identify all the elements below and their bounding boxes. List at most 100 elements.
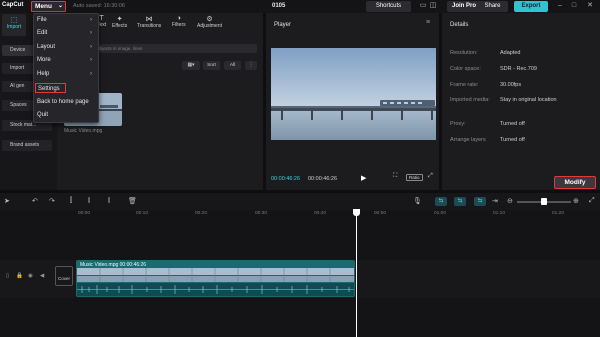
chevron-right-icon: ›	[90, 44, 92, 50]
eye-icon[interactable]: ◉	[28, 273, 33, 279]
menu-item-layout[interactable]: Layout ›	[37, 42, 95, 52]
ratio-button[interactable]: Ratio	[406, 174, 423, 181]
search-input[interactable]: Search subjects in image, lines	[75, 44, 257, 53]
close-icon[interactable]: ✕	[586, 2, 594, 10]
detail-label-arrange-layers: Arrange layers	[450, 137, 486, 143]
view-toggle[interactable]: ▦▾	[182, 61, 200, 70]
sidebar-item-brand-assets[interactable]: Brand assets	[2, 140, 52, 151]
tab-import[interactable]: ⬚ Import	[2, 14, 26, 36]
transitions-icon: ⋈	[145, 16, 153, 23]
modify-button[interactable]: Modify	[554, 176, 596, 189]
hamburger-icon[interactable]: ≡	[426, 19, 430, 26]
clip-frames	[77, 268, 354, 282]
detail-value-proxy: Turned off	[500, 121, 525, 127]
tab-effects[interactable]: ✦ Effects	[112, 15, 127, 29]
delete-icon[interactable]: 🗑	[128, 197, 137, 205]
sort-button[interactable]: Sort	[203, 61, 220, 70]
detail-value-frame-rate: 30.00fps	[500, 82, 522, 88]
layout-icon[interactable]: ▭	[419, 2, 427, 10]
zoom-in-icon[interactable]: ⊕	[573, 197, 579, 205]
zoom-out-icon[interactable]: ⊖	[507, 197, 513, 205]
tab-adjustment[interactable]: ⚙ Adjustment	[197, 15, 222, 29]
details-title: Details	[450, 22, 469, 28]
video-frame-image	[271, 48, 436, 140]
zoom-slider-handle[interactable]	[541, 198, 547, 205]
chevron-down-icon: ⌄	[57, 3, 63, 9]
ruler-tick: 01:10	[493, 211, 506, 216]
split-icon[interactable]: ⫿	[70, 197, 72, 205]
import-icon: ⬚	[10, 17, 18, 24]
ruler-tick: 01:00	[434, 211, 447, 216]
microphone-icon[interactable]: 🎙	[413, 197, 422, 205]
time-total: 00:00:46:26	[308, 176, 338, 182]
redo-icon[interactable]: ↷	[49, 197, 55, 205]
preview-axis-icon[interactable]: ⇥	[492, 197, 498, 205]
minimize-icon[interactable]: –	[556, 2, 564, 10]
menu-item-file[interactable]: File ›	[37, 15, 95, 25]
shortcuts-button[interactable]: Shortcuts	[366, 1, 411, 12]
detail-value-arrange-layers: Turned off	[500, 137, 525, 143]
cover-button[interactable]: Cover	[55, 266, 73, 286]
menu-label: Menu	[35, 3, 52, 10]
menu-item-edit[interactable]: Edit ›	[37, 28, 95, 38]
menu-item-quit[interactable]: Quit	[37, 110, 95, 120]
filters-icon: ◑	[176, 15, 181, 22]
waveform-graphic	[77, 285, 354, 294]
detail-value-color-space: SDR - Rec.709	[500, 66, 537, 72]
chevron-right-icon: ›	[90, 57, 92, 63]
project-title[interactable]: 0105	[272, 3, 285, 9]
ruler-tick: 00:40	[314, 211, 327, 216]
magnet-icon[interactable]: ⇆	[454, 197, 466, 206]
chevron-right-icon: ›	[90, 71, 92, 77]
undo-icon[interactable]: ↶	[32, 197, 38, 205]
cursor-icon[interactable]: ➤	[4, 197, 10, 205]
clip-frames-strip	[77, 268, 354, 282]
media-item-name: Music Video.mpg	[64, 128, 103, 134]
track-expand-icon[interactable]: ▯	[6, 273, 9, 279]
maximize-icon[interactable]: □	[570, 2, 578, 10]
chevron-right-icon: ›	[90, 30, 92, 36]
focus-icon[interactable]: ⛶	[393, 173, 397, 180]
play-icon[interactable]: ▶	[361, 174, 366, 182]
linkage-icon[interactable]: ⇆	[474, 197, 486, 206]
detail-label-resolution: Resolution:	[450, 50, 478, 56]
adjustment-icon: ⚙	[206, 16, 213, 23]
share-button[interactable]: Share	[477, 1, 508, 12]
tab-import-label: Import	[6, 24, 22, 30]
menu-item-more[interactable]: More ›	[37, 55, 95, 65]
audio-icon[interactable]: ◀	[40, 273, 44, 279]
grid-icon: ▦▾	[187, 63, 195, 68]
export-button[interactable]: Export	[514, 1, 548, 12]
filter-all-button[interactable]: All	[224, 61, 241, 70]
ruler-tick: 00:00	[78, 211, 91, 216]
cover-label: Cover	[57, 276, 70, 281]
ruler-tick: 00:30	[255, 211, 268, 216]
link-main-track-icon[interactable]: ⇆	[435, 197, 447, 206]
split-right-icon[interactable]: ⫾	[108, 197, 110, 205]
join-pro-button[interactable]: Join Pro	[447, 1, 481, 12]
menu-button[interactable]: Menu ⌄	[31, 1, 66, 12]
gift-icon[interactable]: ◫	[429, 2, 437, 10]
video-preview[interactable]	[271, 48, 436, 140]
playhead-handle[interactable]	[353, 209, 360, 216]
playhead[interactable]	[356, 211, 357, 337]
ruler-tick: 00:50	[374, 211, 387, 216]
detail-value-resolution: Adapted	[500, 50, 521, 56]
ruler-tick: 00:10	[136, 211, 149, 216]
menu-item-back-home[interactable]: Back to home page	[37, 97, 95, 107]
menu-item-help[interactable]: Help ›	[37, 69, 95, 79]
detail-value-imported-media: Stay in original location	[500, 97, 557, 103]
menu-item-settings[interactable]: Settings	[35, 83, 66, 93]
autosave-status: Auto saved: 16:30:06	[73, 3, 125, 9]
time-current: 00:00:46:26	[271, 176, 301, 182]
tab-transitions[interactable]: ⋈ Transitions	[137, 15, 161, 29]
lock-icon[interactable]: 🔒	[16, 273, 23, 279]
fit-icon[interactable]: ⤢	[589, 197, 595, 205]
player-title: Player	[274, 22, 292, 28]
chevron-right-icon: ›	[90, 17, 92, 23]
ruler-tick: 01:20	[552, 211, 565, 216]
split-left-icon[interactable]: ⫾	[88, 197, 90, 205]
fullscreen-icon[interactable]: ⤢	[428, 173, 433, 180]
filter-icon[interactable]: ⋮	[245, 61, 257, 70]
tab-filters[interactable]: ◑ Filters	[172, 15, 186, 28]
